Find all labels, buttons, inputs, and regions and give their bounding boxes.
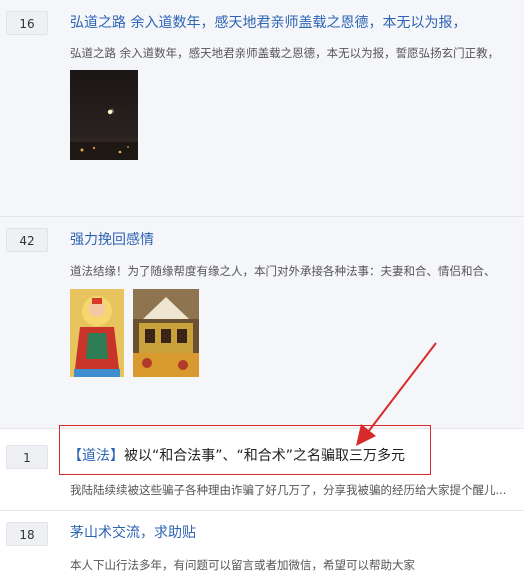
annotation-arrow-icon: [356, 342, 437, 446]
